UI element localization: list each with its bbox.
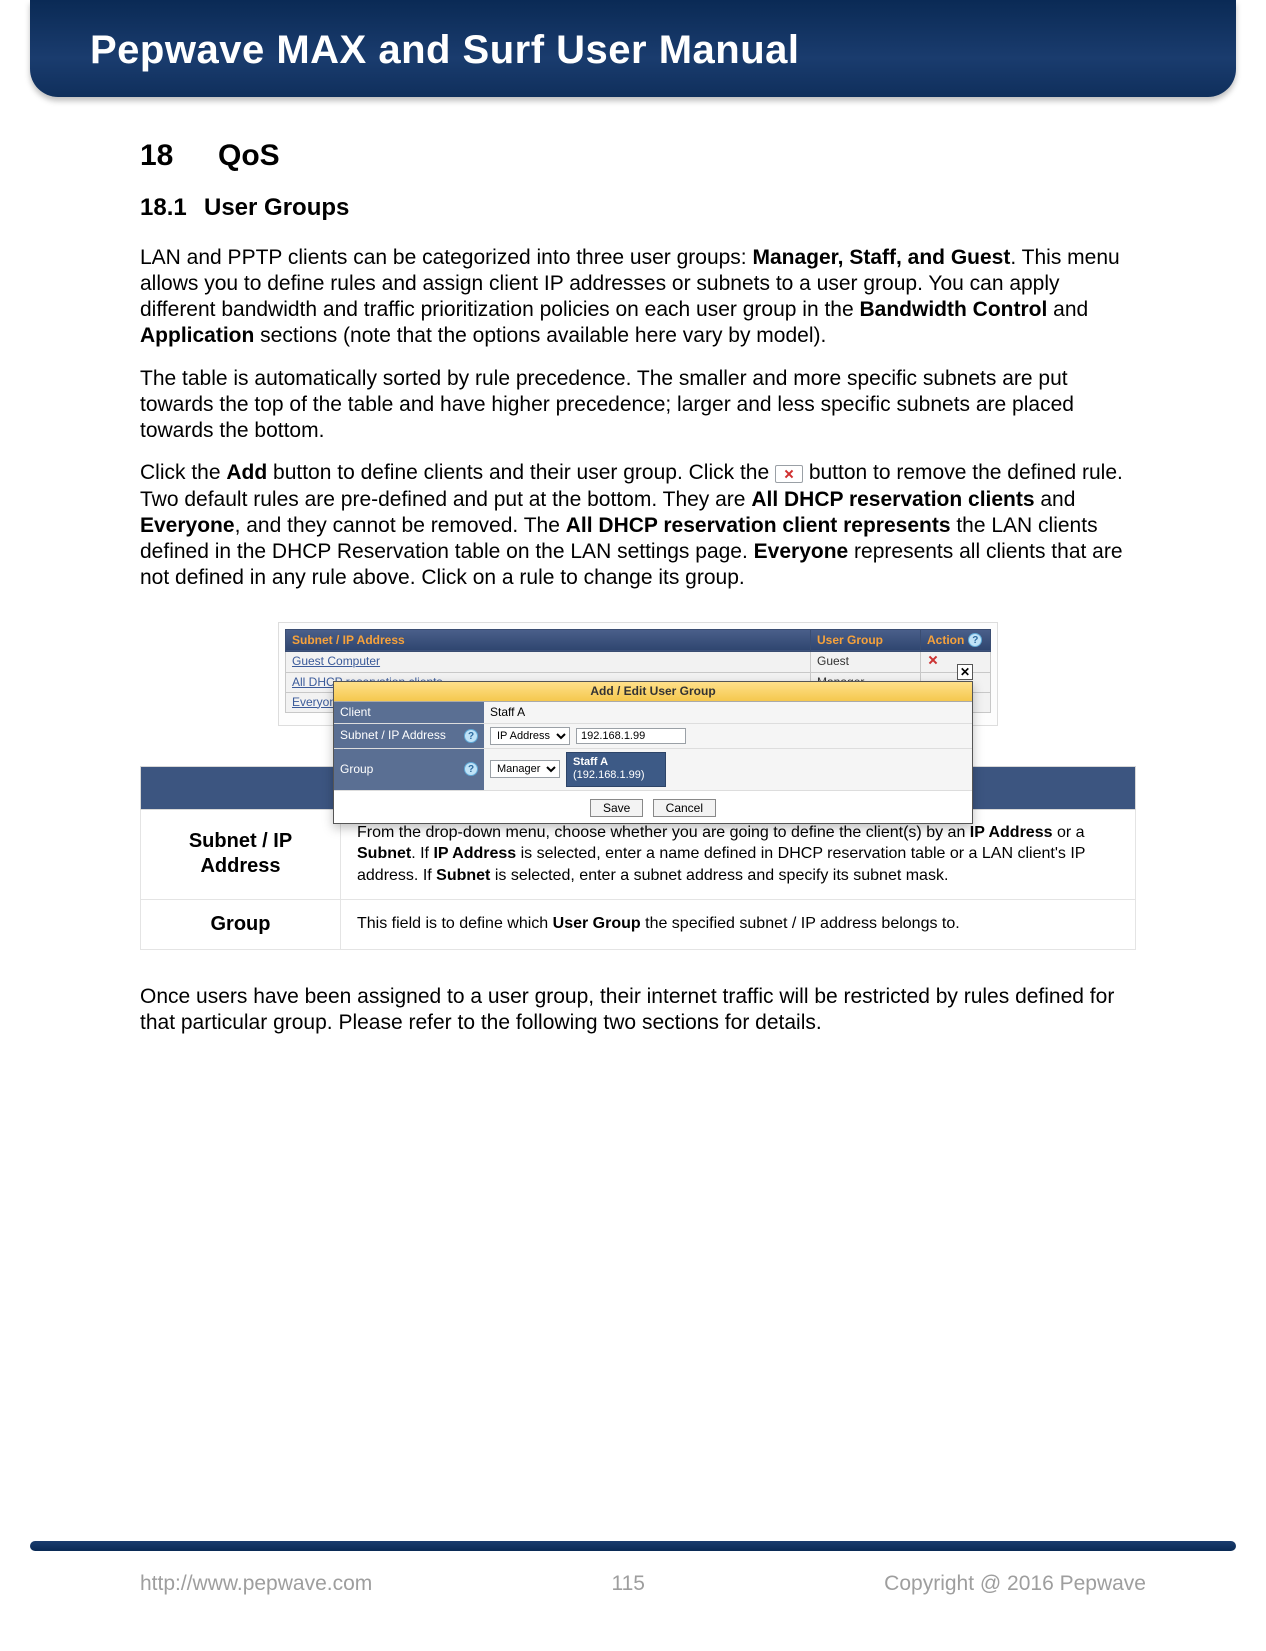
footer-url: http://www.pepwave.com <box>140 1572 372 1596</box>
manual-title: Pepwave MAX and Surf User Manual <box>90 28 1191 73</box>
desc-text-group: This field is to define which User Group… <box>341 899 1136 949</box>
col-subnet: Subnet / IP Address <box>286 629 811 651</box>
save-button[interactable]: Save <box>590 799 643 817</box>
table-header-row: Subnet / IP Address User Group Action? <box>286 629 991 651</box>
help-icon[interactable]: ? <box>464 729 478 743</box>
desc-label-subnet: Subnet / IP Address <box>141 809 341 899</box>
desc-label-group: Group <box>141 899 341 949</box>
help-icon[interactable]: ? <box>464 762 478 776</box>
subsection-number: 18.1 <box>140 193 204 223</box>
client-label: Client <box>334 702 484 723</box>
paragraph-2: The table is automatically sorted by rul… <box>140 366 1136 445</box>
col-usergroup: User Group <box>811 629 921 651</box>
popup-close-button[interactable]: ✕ <box>957 664 973 680</box>
footer-divider <box>30 1541 1236 1551</box>
section-title: QoS <box>218 139 280 172</box>
delete-icon <box>775 465 803 483</box>
client-value: Staff A <box>490 705 525 720</box>
paragraph-4: Once users have been assigned to a user … <box>140 984 1136 1037</box>
subsection-heading: 18.1User Groups <box>140 193 1136 223</box>
paragraph-3: Click the Add button to define clients a… <box>140 460 1136 591</box>
cancel-button[interactable]: Cancel <box>653 799 716 817</box>
row-delete-icon[interactable] <box>927 654 939 666</box>
popup-row-client: Client Staff A <box>334 702 972 724</box>
rule-name[interactable]: Guest Computer <box>286 651 811 672</box>
footer-page-number: 115 <box>611 1572 644 1596</box>
group-label: Group? <box>334 749 484 791</box>
popup-buttons: Save Cancel <box>334 791 972 823</box>
subnet-type-select[interactable]: IP Address <box>490 727 570 745</box>
ui-screenshot: Subnet / IP Address User Group Action? G… <box>278 622 998 726</box>
subnet-label: Subnet / IP Address? <box>334 724 484 748</box>
help-icon[interactable]: ? <box>968 633 982 647</box>
popup-row-group: Group? Manager Staff A (192.168.1.99) <box>334 749 972 792</box>
section-number: 18 <box>140 137 218 175</box>
rule-action <box>921 651 991 672</box>
content-area: 18QoS 18.1User Groups LAN and PPTP clien… <box>0 97 1266 1036</box>
page-footer: http://www.pepwave.com 115 Copyright @ 2… <box>0 1572 1266 1596</box>
popup-row-subnet: Subnet / IP Address? IP Address <box>334 724 972 749</box>
popup-title: Add / Edit User Group <box>334 682 972 702</box>
header-banner: Pepwave MAX and Surf User Manual <box>30 0 1236 97</box>
col-action: Action? <box>921 629 991 651</box>
rule-group: Guest <box>811 651 921 672</box>
section-heading: 18QoS <box>140 137 1136 175</box>
group-select[interactable]: Manager <box>490 760 560 778</box>
group-tooltip: Staff A (192.168.1.99) <box>566 752 666 788</box>
paragraph-1: LAN and PPTP clients can be categorized … <box>140 245 1136 350</box>
subnet-ip-input[interactable] <box>576 728 686 744</box>
add-edit-popup: ✕ Add / Edit User Group Client Staff A S… <box>333 681 973 825</box>
subsection-title: User Groups <box>204 194 349 221</box>
footer-copyright: Copyright @ 2016 Pepwave <box>884 1572 1146 1596</box>
table-row[interactable]: Guest Computer Guest <box>286 651 991 672</box>
desc-row-group: Group This field is to define which User… <box>141 899 1136 949</box>
